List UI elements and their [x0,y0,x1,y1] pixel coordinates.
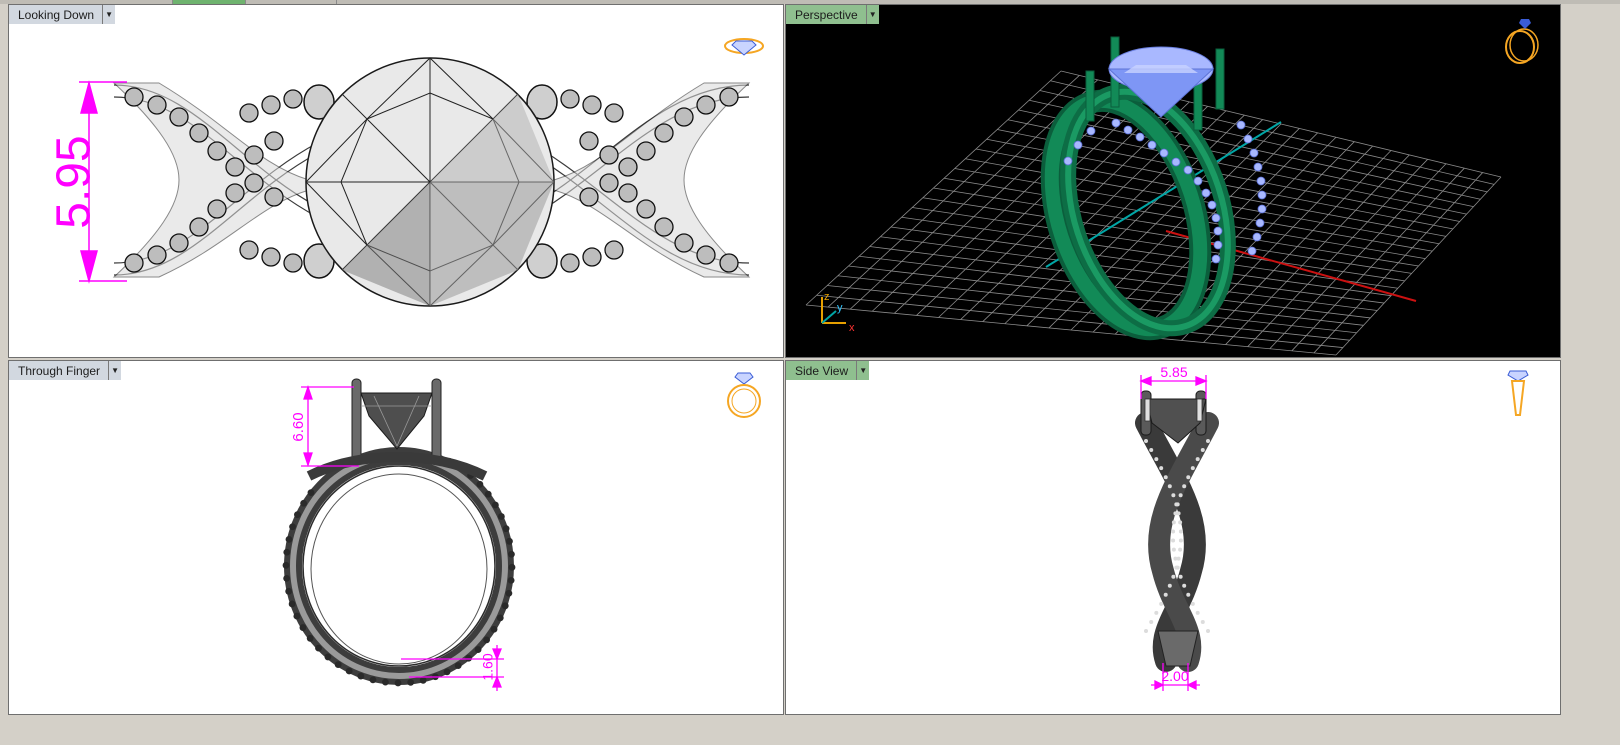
dropdown-arrow-icon[interactable]: ▼ [102,5,116,24]
ring-perspective-icon [1505,19,1539,64]
viewport-title[interactable]: Through Finger [9,361,109,380]
viewport-title[interactable]: Perspective [786,5,866,24]
ring-side-icon [1507,370,1529,416]
dimension-label-width: 5.95 [48,135,101,228]
axis-y-label: y [837,302,843,314]
viewport-side-view[interactable]: 5.85 2.00 Side View ▼ [785,360,1561,715]
axis-z-label: z [824,291,830,303]
dimension-label-height: 6.60 [290,412,307,441]
perspective-render: z y x [805,36,1502,356]
viewport-title[interactable]: Looking Down [9,5,103,24]
through-finger-render: 6.60 1.60 [282,378,516,691]
dropdown-arrow-icon[interactable]: ▼ [108,361,122,380]
viewport-through-finger[interactable]: 6.60 1.60 Through Finger ▼ [8,360,784,715]
viewport-title-tab[interactable]: Through Finger ▼ [9,361,122,380]
viewport-looking-down[interactable]: 5.95 Looking Down ▼ [8,4,784,358]
viewport-title-tab[interactable]: Perspective ▼ [786,5,879,24]
dimension-label-head-width: 5.85 [1160,364,1187,380]
axis-x-label: x [849,322,855,334]
viewport-title-tab[interactable]: Side View ▼ [786,361,870,380]
dropdown-arrow-icon[interactable]: ▼ [856,361,870,380]
ring-front-icon [727,372,761,418]
dropdown-arrow-icon[interactable]: ▼ [865,5,879,24]
viewport-perspective[interactable]: z y x Perspective ▼ [785,4,1561,358]
ring-top-view-icon [724,38,764,56]
viewport-title-tab[interactable]: Looking Down ▼ [9,5,116,24]
side-view-render: 5.85 2.00 [1135,364,1219,691]
viewport-title[interactable]: Side View [786,361,857,380]
dimension-label-shank-thickness: 1.60 [480,653,496,680]
looking-down-render: 5.95 [48,57,751,307]
dimension-label-shank-width: 2.00 [1161,668,1188,684]
